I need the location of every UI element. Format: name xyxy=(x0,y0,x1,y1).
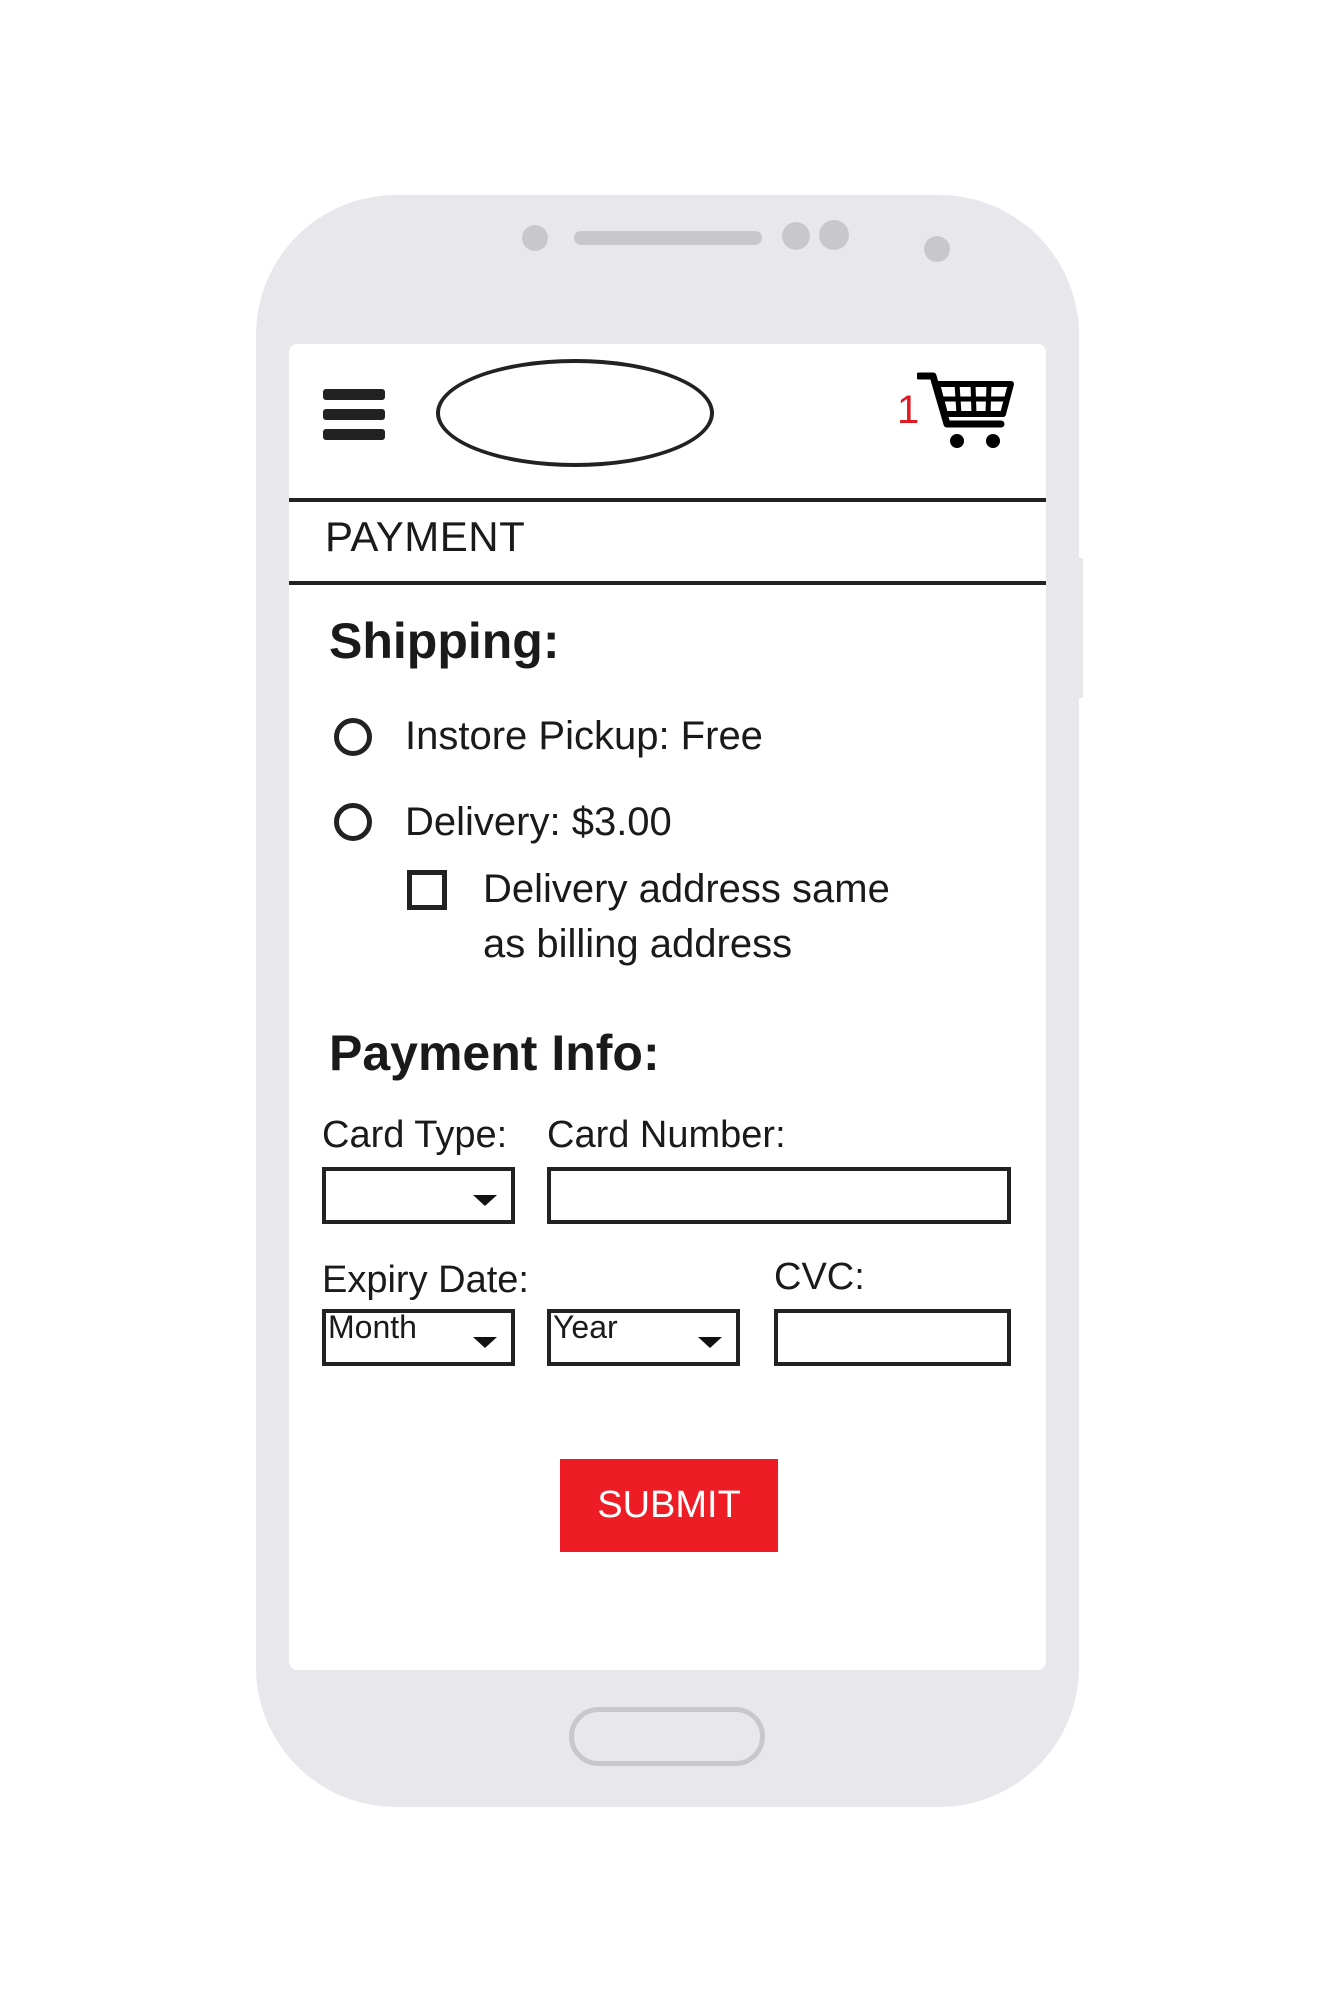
card-type-select[interactable] xyxy=(322,1167,515,1224)
phone-speaker xyxy=(574,231,762,245)
same-address-label-line2: as billing address xyxy=(483,922,793,966)
radio-delivery[interactable] xyxy=(334,803,372,841)
phone-sensor-dot xyxy=(782,222,810,250)
phone-camera-dot xyxy=(924,236,950,262)
phone-side-button xyxy=(1077,558,1083,698)
cart-count-badge: 1 xyxy=(897,388,920,432)
card-number-label: Card Number: xyxy=(547,1114,786,1156)
submit-button[interactable]: SUBMIT xyxy=(560,1459,778,1552)
expiry-year-select[interactable]: Year xyxy=(547,1309,740,1366)
cart-icon[interactable] xyxy=(917,368,1017,454)
shipping-heading: Shipping: xyxy=(329,613,560,669)
header-divider xyxy=(289,498,1046,502)
page-title: PAYMENT xyxy=(325,513,526,560)
title-divider xyxy=(289,581,1046,585)
delivery-label: Delivery: $3.00 xyxy=(405,800,672,844)
card-number-input[interactable] xyxy=(547,1167,1011,1224)
radio-instore-pickup[interactable] xyxy=(334,718,372,756)
logo-placeholder[interactable] xyxy=(436,359,714,467)
expiry-year-value: Year xyxy=(553,1309,618,1345)
cvc-input[interactable] xyxy=(774,1309,1011,1366)
payment-info-heading: Payment Info: xyxy=(329,1025,660,1081)
app-screen: 1 PAYMENT Shipping: Instore Pickup: Free… xyxy=(289,344,1046,1670)
chevron-down-icon xyxy=(473,1337,497,1348)
card-type-label: Card Type: xyxy=(322,1114,508,1156)
phone-sensor-dot xyxy=(819,220,849,250)
same-address-label-line1: Delivery address same xyxy=(483,867,890,911)
instore-pickup-label: Instore Pickup: Free xyxy=(405,714,763,758)
hamburger-menu-icon[interactable] xyxy=(323,389,385,441)
expiry-date-label: Expiry Date: xyxy=(322,1259,529,1301)
chevron-down-icon xyxy=(698,1337,722,1348)
expiry-month-value: Month xyxy=(328,1309,417,1345)
phone-home-button[interactable] xyxy=(569,1707,765,1766)
same-address-checkbox[interactable] xyxy=(407,870,447,910)
phone-sensor-dot xyxy=(522,225,548,251)
chevron-down-icon xyxy=(473,1195,497,1206)
expiry-month-select[interactable]: Month xyxy=(322,1309,515,1366)
cvc-label: CVC: xyxy=(774,1256,865,1298)
